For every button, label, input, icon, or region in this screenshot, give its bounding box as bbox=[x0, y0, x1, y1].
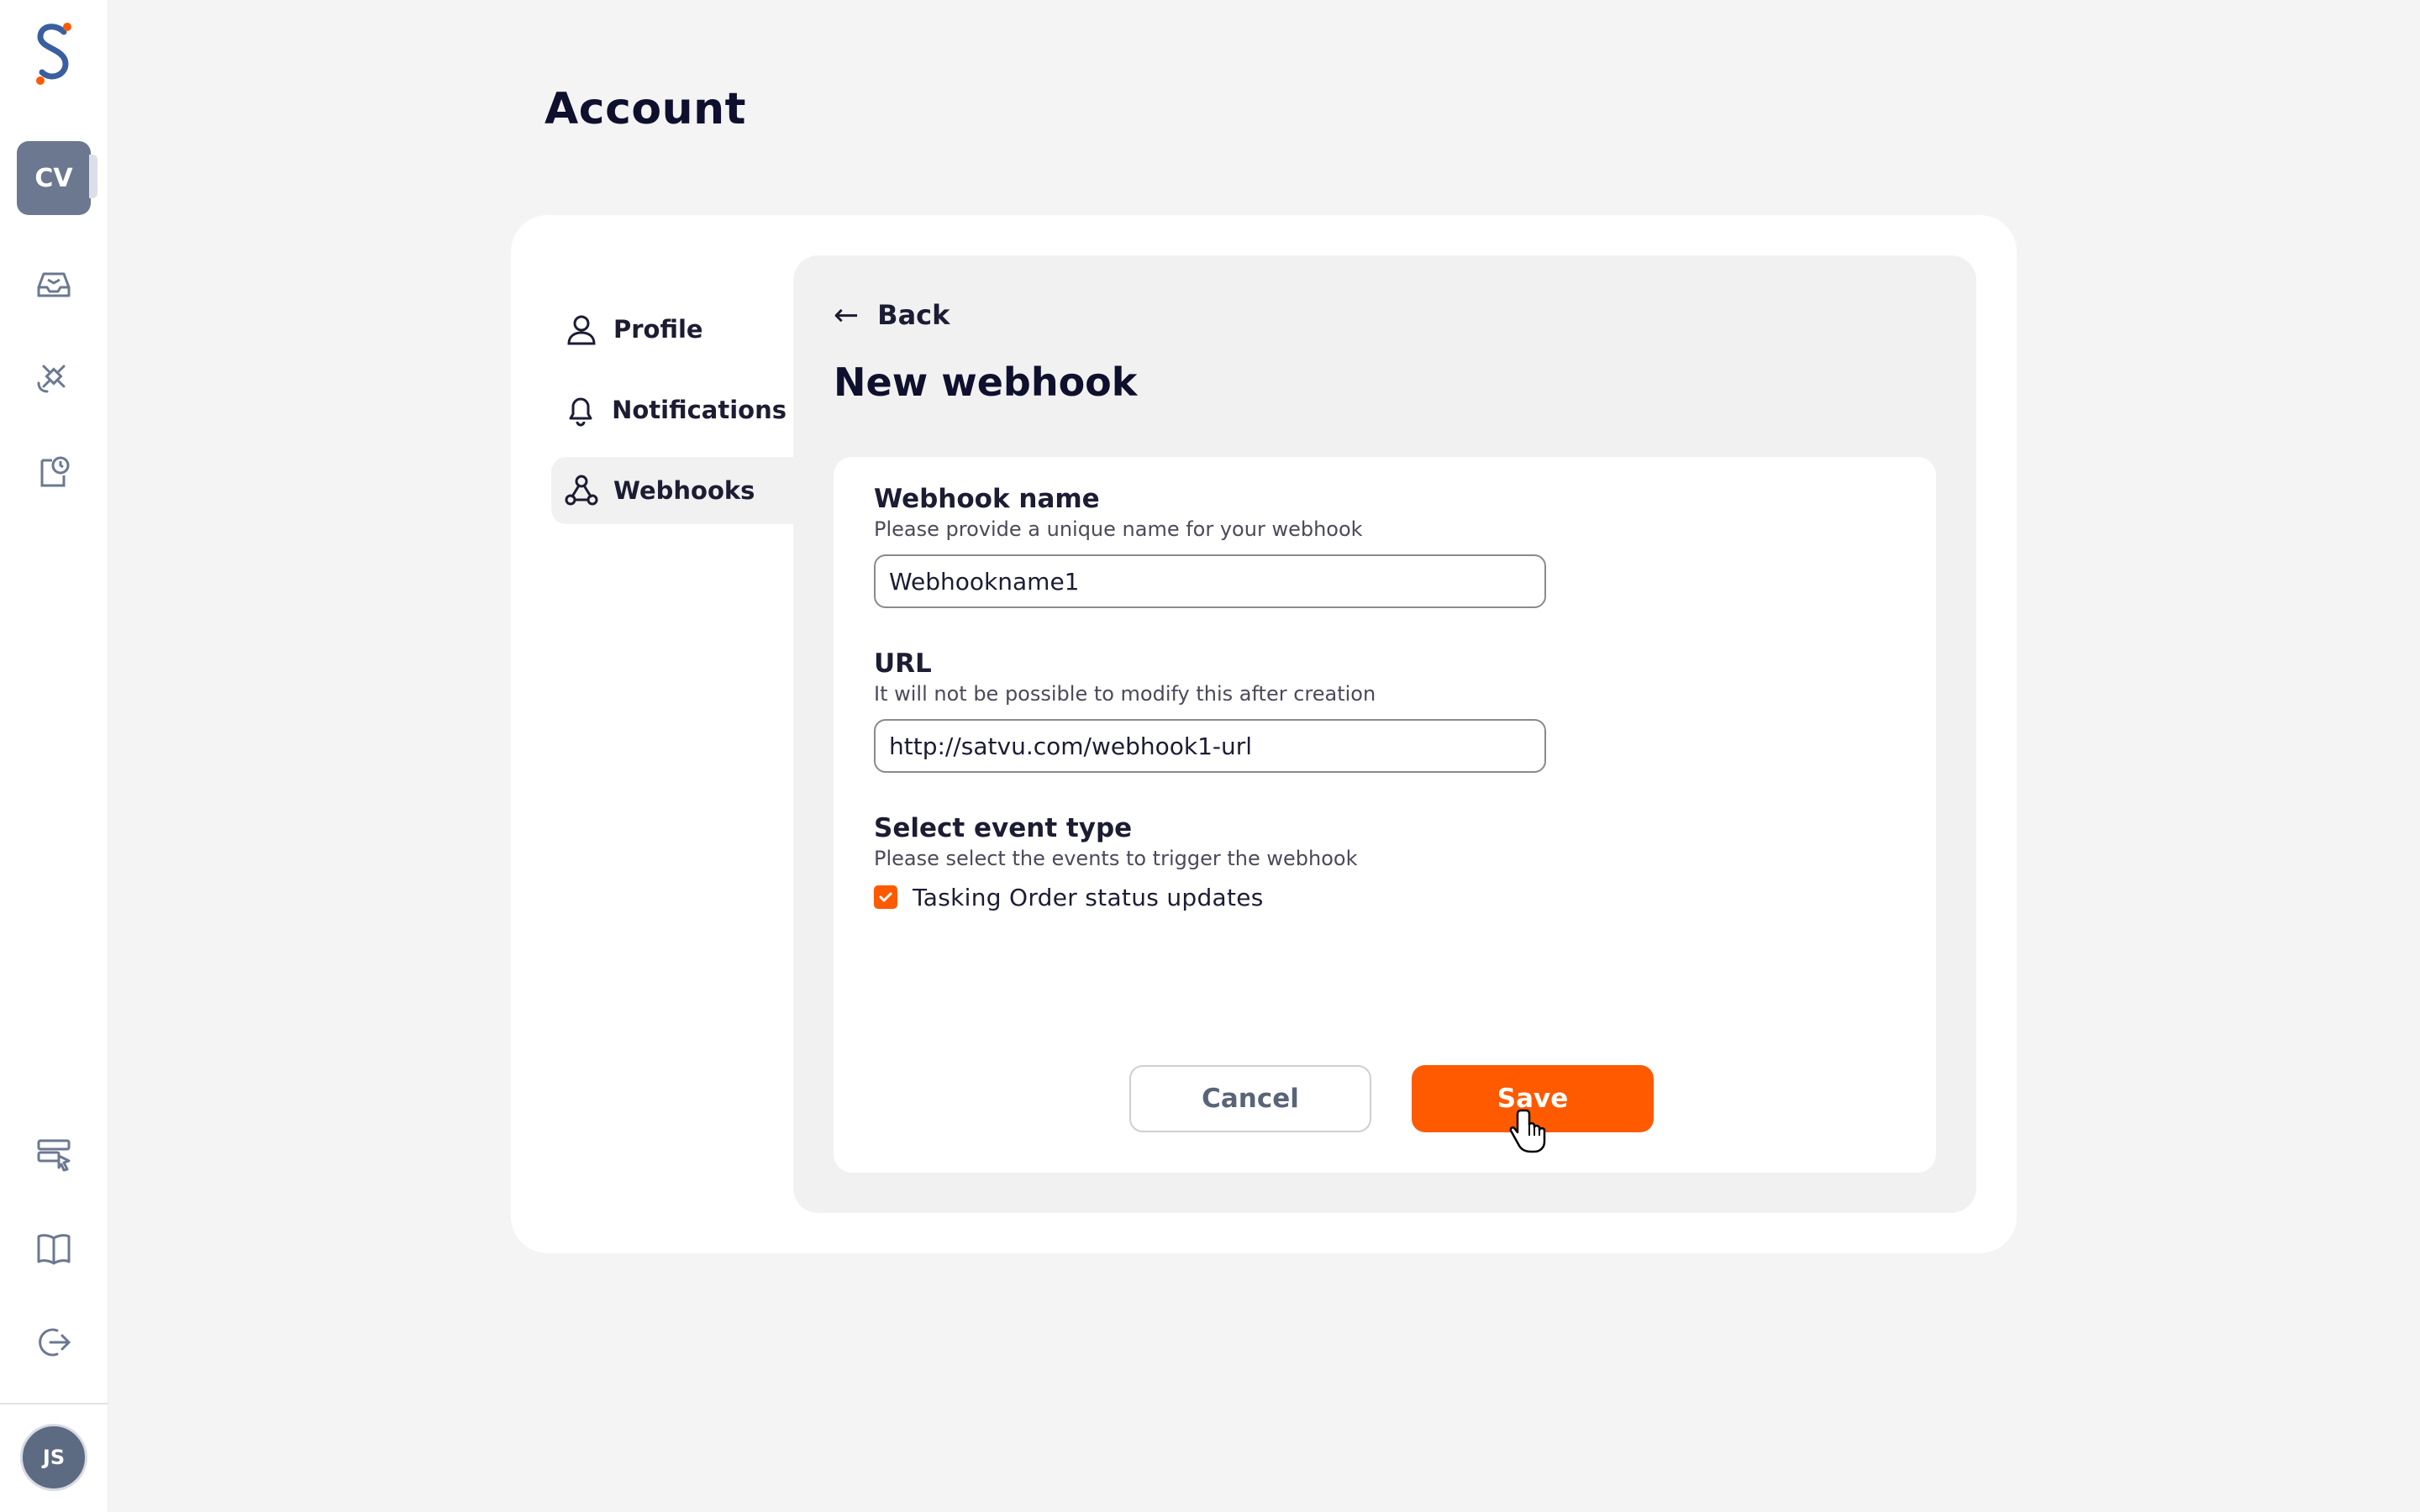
inbox-icon[interactable] bbox=[30, 260, 77, 307]
back-label: Back bbox=[877, 299, 950, 331]
url-input[interactable] bbox=[874, 719, 1546, 773]
clipboard-clock-icon[interactable] bbox=[30, 449, 77, 496]
url-help: It will not be possible to modify this a… bbox=[874, 682, 1376, 706]
url-label: URL bbox=[874, 648, 932, 679]
webhook-icon bbox=[563, 472, 600, 509]
event-type-help: Please select the events to trigger the … bbox=[874, 847, 1358, 870]
bell-icon bbox=[563, 391, 598, 428]
event-option-tasking-order[interactable]: Tasking Order status updates bbox=[874, 882, 1264, 912]
nav-item-notifications[interactable]: Notifications bbox=[551, 376, 786, 444]
org-active-indicator bbox=[89, 155, 97, 198]
webhook-name-label: Webhook name bbox=[874, 484, 1100, 514]
org-badge[interactable]: CV bbox=[17, 141, 91, 215]
webhook-name-help: Please provide a unique name for your we… bbox=[874, 517, 1363, 541]
rail-divider bbox=[0, 1403, 108, 1404]
left-rail: CV JS bbox=[0, 0, 108, 1512]
checkbox-checked[interactable] bbox=[874, 885, 897, 909]
event-type-label: Select event type bbox=[874, 813, 1133, 843]
nav-item-profile[interactable]: Profile bbox=[551, 296, 786, 363]
event-option-label: Tasking Order status updates bbox=[913, 883, 1264, 911]
logout-icon[interactable] bbox=[30, 1319, 77, 1366]
webhook-name-input[interactable] bbox=[874, 554, 1546, 608]
nav-item-label: Profile bbox=[613, 315, 703, 344]
server-cursor-icon[interactable] bbox=[30, 1131, 77, 1178]
nav-item-label: Notifications bbox=[612, 396, 786, 424]
nav-item-webhooks[interactable]: Webhooks bbox=[551, 457, 803, 524]
pointer-cursor-icon bbox=[1509, 1109, 1546, 1153]
back-button[interactable]: ← Back bbox=[834, 294, 950, 336]
book-icon[interactable] bbox=[30, 1225, 77, 1272]
user-icon bbox=[563, 311, 600, 348]
panel-title: New webhook bbox=[834, 360, 1138, 405]
nav-item-label: Webhooks bbox=[613, 476, 755, 505]
satellite-icon[interactable] bbox=[30, 353, 77, 400]
cancel-button[interactable]: Cancel bbox=[1129, 1065, 1371, 1132]
user-avatar[interactable]: JS bbox=[20, 1424, 87, 1491]
page-title: Account bbox=[544, 84, 747, 134]
arrow-left-icon: ← bbox=[834, 297, 860, 333]
app-logo[interactable] bbox=[30, 20, 77, 89]
